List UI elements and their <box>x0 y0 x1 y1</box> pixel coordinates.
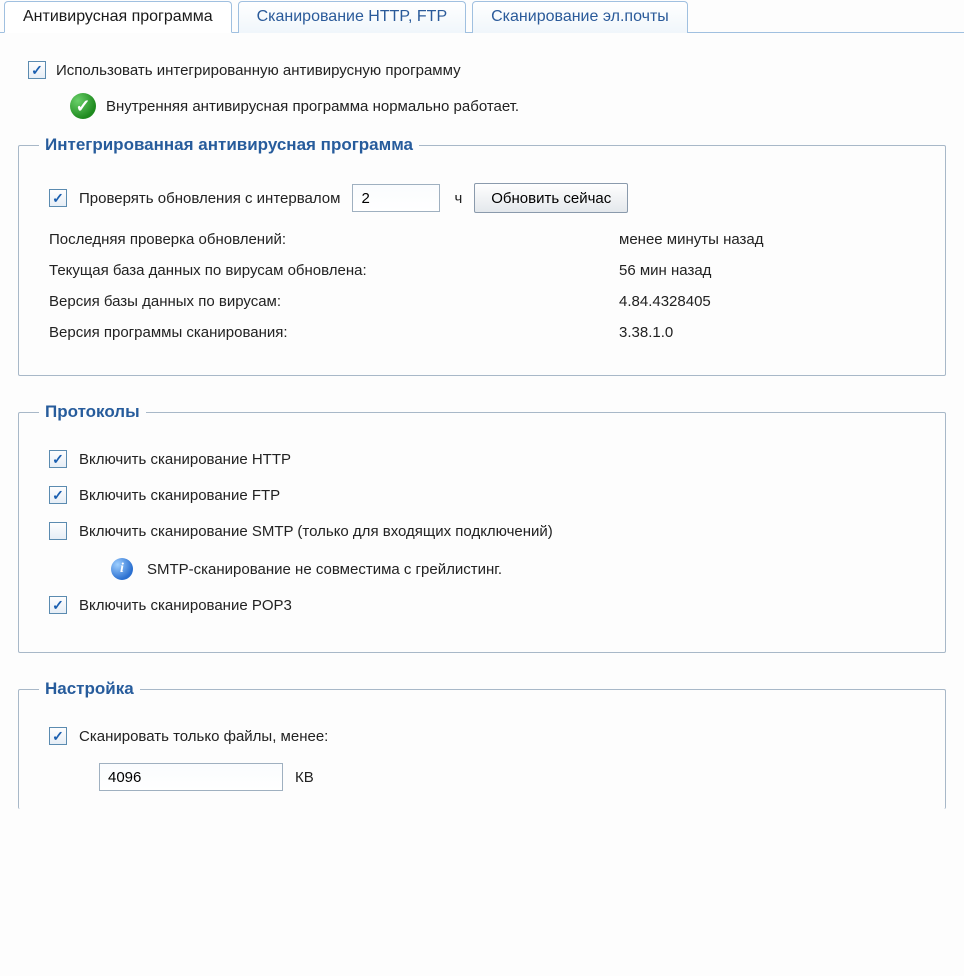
http-scan-checkbox[interactable] <box>49 450 67 468</box>
interval-unit: ч <box>454 190 462 207</box>
scan-only-files-label: Сканировать только файлы, менее: <box>79 728 328 745</box>
last-check-label: Последняя проверка обновлений: <box>49 231 619 248</box>
status-text: Внутренняя антивирусная программа нормал… <box>106 98 519 115</box>
protocols-legend: Протоколы <box>39 402 146 422</box>
scan-only-files-checkbox[interactable] <box>49 727 67 745</box>
integrated-legend: Интегрированная антивирусная программа <box>39 135 419 155</box>
interval-input[interactable] <box>352 184 440 212</box>
settings-group: Настройка Сканировать только файлы, мене… <box>18 679 946 809</box>
protocols-group: Протоколы Включить сканирование HTTP Вкл… <box>18 402 946 653</box>
smtp-note-text: SMTP-сканирование не совместима с грейли… <box>147 561 502 578</box>
use-integrated-label: Использовать интегрированную антивирусну… <box>56 62 461 79</box>
db-updated-label: Текущая база данных по вирусам обновлена… <box>49 262 619 279</box>
db-version-value: 4.84.4328405 <box>619 293 925 310</box>
check-updates-label: Проверять обновления с интервалом <box>79 190 340 207</box>
scanner-version-value: 3.38.1.0 <box>619 324 925 341</box>
file-size-input[interactable] <box>99 763 283 791</box>
use-integrated-checkbox[interactable] <box>28 61 46 79</box>
tab-http-ftp[interactable]: Сканирование HTTP, FTP <box>238 1 467 33</box>
db-updated-value: 56 мин назад <box>619 262 925 279</box>
tab-email[interactable]: Сканирование эл.почты <box>472 1 688 33</box>
settings-legend: Настройка <box>39 679 140 699</box>
pop3-scan-label: Включить сканирование POP3 <box>79 597 292 614</box>
ftp-scan-label: Включить сканирование FTP <box>79 487 280 504</box>
tabs: Антивирусная программа Сканирование HTTP… <box>0 0 964 33</box>
check-updates-checkbox[interactable] <box>49 189 67 207</box>
smtp-scan-label: Включить сканирование SMTP (только для в… <box>79 523 553 540</box>
ftp-scan-checkbox[interactable] <box>49 486 67 504</box>
smtp-scan-checkbox[interactable] <box>49 522 67 540</box>
update-now-button[interactable]: Обновить сейчас <box>474 183 628 213</box>
pop3-scan-checkbox[interactable] <box>49 596 67 614</box>
http-scan-label: Включить сканирование HTTP <box>79 451 291 468</box>
integrated-group: Интегрированная антивирусная программа П… <box>18 135 946 376</box>
antivirus-panel: Использовать интегрированную антивирусну… <box>0 33 964 819</box>
ok-icon <box>70 93 96 119</box>
info-icon <box>111 558 133 580</box>
file-size-unit: КВ <box>295 769 314 786</box>
tab-antivirus[interactable]: Антивирусная программа <box>4 1 232 33</box>
db-version-label: Версия базы данных по вирусам: <box>49 293 619 310</box>
last-check-value: менее минуты назад <box>619 231 925 248</box>
scanner-version-label: Версия программы сканирования: <box>49 324 619 341</box>
